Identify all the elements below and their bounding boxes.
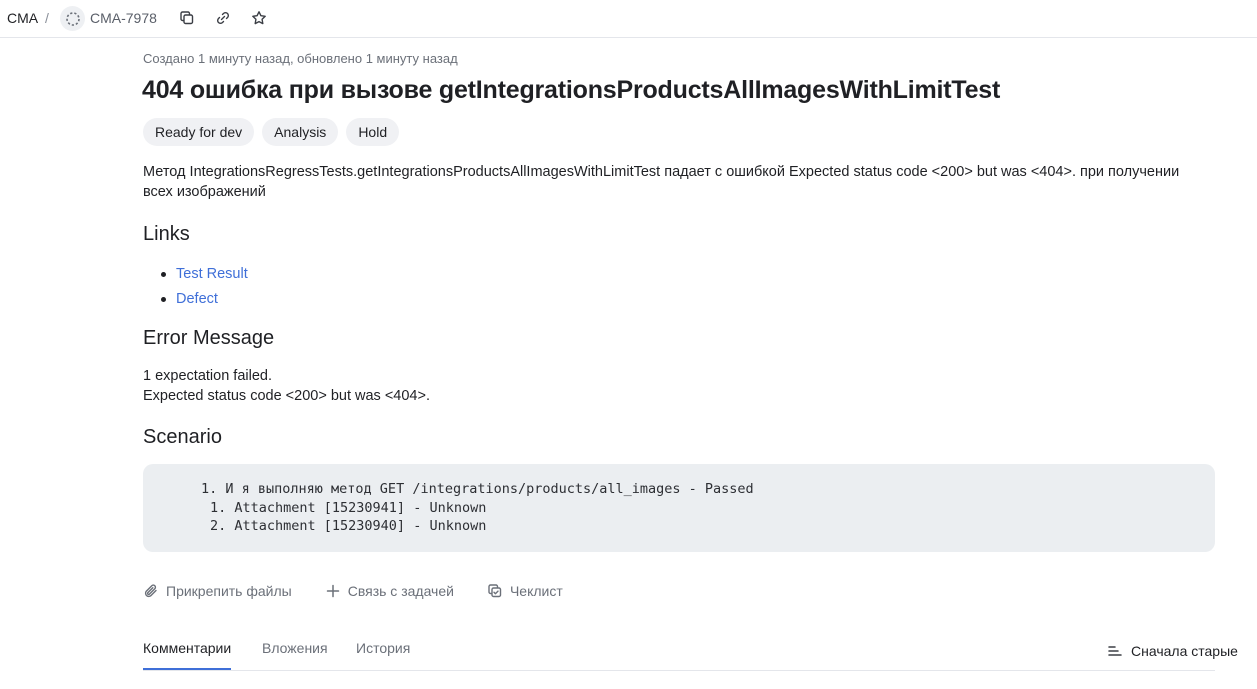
issue-actions: Прикрепить файлы Связь с задачей Чеклист [143,583,563,599]
issue-title[interactable]: 404 ошибка при вызове getIntegrationsPro… [142,76,1000,105]
tabs-divider [143,670,1215,671]
sort-order-button[interactable]: Сначала старые [1107,643,1238,659]
breadcrumb-queue[interactable]: CMA [7,10,38,26]
scenario-step: 2. Attachment [15230940] - Unknown [210,518,487,534]
error-line: Expected status code <200> but was <404>… [143,388,430,404]
scenario-step: 1. И я выполняю метод GET /integrations/… [201,481,754,497]
star-icon[interactable] [250,9,268,27]
issue-key[interactable]: CMA-7978 [90,10,157,26]
links-list: Test Result Defect [158,262,248,312]
checklist-label: Чеклист [509,583,563,599]
status-circle-icon[interactable] [60,6,85,31]
link-icon[interactable] [214,9,232,27]
issue-description: Метод IntegrationsRegressTests.getIntegr… [143,164,1180,200]
sort-icon [1108,646,1122,656]
list-item: Test Result [158,262,248,287]
attach-files-label: Прикрепить файлы [166,583,292,599]
chip-priority[interactable]: Hold [346,118,400,146]
checklist-button[interactable]: Чеклист [487,583,563,599]
link-issue-button[interactable]: Связь с задачей [325,583,454,599]
sort-order-label: Сначала старые [1131,643,1238,659]
scenario-heading: Scenario [143,426,222,448]
link-defect[interactable]: Defect [176,291,218,307]
chip-status[interactable]: Ready for dev [143,118,255,146]
scenario-step: 1. Attachment [15230941] - Unknown [210,500,487,516]
chip-type[interactable]: Analysis [262,118,339,146]
link-test-result[interactable]: Test Result [176,266,248,282]
plus-icon [326,584,339,598]
list-item: Defect [158,287,248,312]
paperclip-icon [144,584,157,598]
breadcrumb-separator: / [45,10,49,26]
link-issue-label: Связь с задачей [347,583,454,599]
attach-files-button[interactable]: Прикрепить файлы [143,583,292,599]
error-message: 1 expectation failed. Expected status co… [143,366,430,406]
error-line: 1 expectation failed. [143,368,272,384]
tab-history[interactable]: История [356,640,410,670]
error-heading: Error Message [143,327,275,349]
tab-attachments[interactable]: Вложения [262,640,328,670]
tab-comments[interactable]: Комментарии [143,640,232,670]
copy-icon[interactable] [178,9,196,27]
issue-chips: Ready for dev Analysis Hold [143,118,400,146]
links-heading: Links [143,223,190,245]
scenario-code-block: 1. И я выполняю метод GET /integrations/… [143,464,1215,552]
checklist-icon [488,584,502,598]
top-bar: CMA / CMA-7978 [0,0,1257,38]
issue-meta: Создано 1 минуту назад, обновлено 1 мину… [143,51,458,66]
